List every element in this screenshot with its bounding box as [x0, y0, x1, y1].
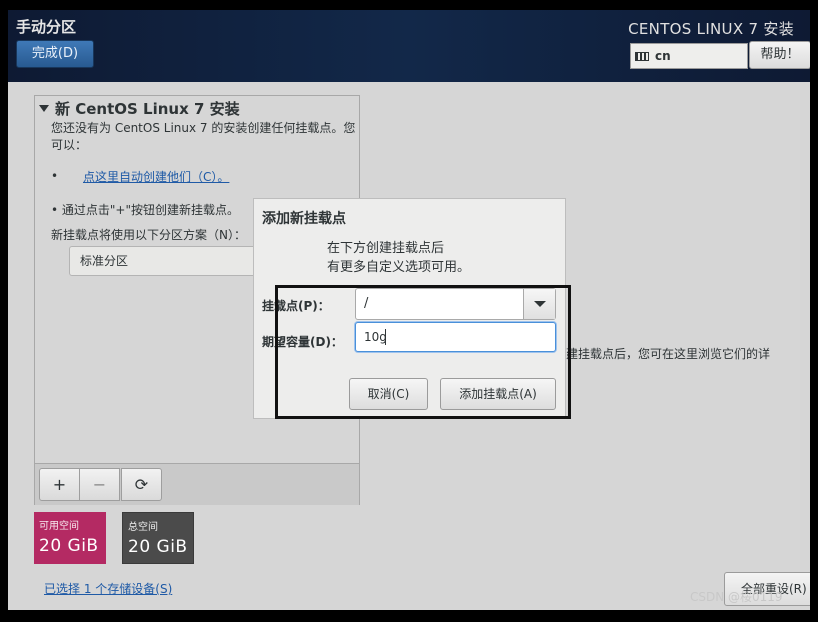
total-space-value: 20 GiB	[128, 537, 188, 557]
header-bar: 手动分区 完成(D) CENTOS LINUX 7 安装 cn 帮助！	[8, 10, 810, 82]
mount-point-details-hint: 建挂载点后，您可在这里浏览它们的详	[566, 347, 771, 361]
refresh-icon[interactable]: ⟳	[121, 468, 162, 501]
mount-point-label: 挂载点(P)：	[262, 299, 330, 313]
available-space-label: 可用空间	[39, 521, 79, 532]
add-mount-point-button[interactable]: +	[39, 468, 80, 501]
chevron-down-icon[interactable]	[523, 289, 555, 319]
text-cursor	[385, 329, 386, 345]
help-button[interactable]: 帮助！	[749, 41, 810, 69]
partition-scheme-label: 新挂载点将使用以下分区方案（N）：	[51, 228, 246, 242]
remove-mount-point-button[interactable]: −	[79, 468, 120, 501]
install-title: 新 CentOS Linux 7 安装	[55, 100, 240, 118]
dialog-description: 在下方创建挂载点后 有更多自定义选项可用。	[327, 239, 470, 277]
expander-triangle-icon	[39, 105, 49, 112]
total-space-label: 总空间	[128, 522, 158, 533]
done-button[interactable]: 完成(D)	[16, 40, 94, 68]
cancel-button[interactable]: 取消(C)	[349, 378, 428, 410]
page-title: 手动分区	[16, 18, 77, 36]
mount-point-combo[interactable]: /	[355, 288, 556, 320]
keyboard-layout-label: cn	[655, 49, 671, 63]
keyboard-icon	[635, 51, 649, 61]
total-space-badge: 总空间 20 GiB	[122, 512, 194, 564]
bullet-marker: •	[51, 169, 59, 183]
mount-point-toolbar: + − ⟳	[35, 463, 359, 505]
desired-capacity-label: 期望容量(D)：	[262, 335, 343, 349]
dialog-description-line1: 在下方创建挂载点后	[327, 241, 445, 256]
manual-create-hint: • 通过点击"+"按钮创建新挂载点。	[51, 203, 239, 217]
watermark: CSDN @桜0119	[690, 590, 783, 604]
add-mount-point-dialog: 添加新挂载点 在下方创建挂载点后 有更多自定义选项可用。 挂载点(P)： / 期…	[254, 199, 565, 418]
auto-create-link[interactable]: 点这里自动创建他们（C）。	[83, 168, 229, 185]
dialog-title: 添加新挂载点	[262, 211, 346, 227]
storage-devices-link[interactable]: 已选择 1 个存储设备(S)	[44, 580, 172, 597]
product-title: CENTOS LINUX 7 安装	[628, 20, 794, 38]
add-mount-point-confirm-button[interactable]: 添加挂载点(A)	[440, 378, 556, 410]
available-space-value: 20 GiB	[39, 536, 99, 556]
install-section-header[interactable]: 新 CentOS Linux 7 安装	[39, 98, 240, 119]
dialog-description-line2: 有更多自定义选项可用。	[327, 260, 471, 275]
available-space-badge: 可用空间 20 GiB	[34, 512, 106, 564]
keyboard-layout-indicator[interactable]: cn	[630, 43, 748, 69]
mount-point-value: /	[364, 296, 369, 311]
no-mount-points-description: 您还没有为 CentOS Linux 7 的安装创建任何挂载点。您可以：	[51, 121, 356, 152]
